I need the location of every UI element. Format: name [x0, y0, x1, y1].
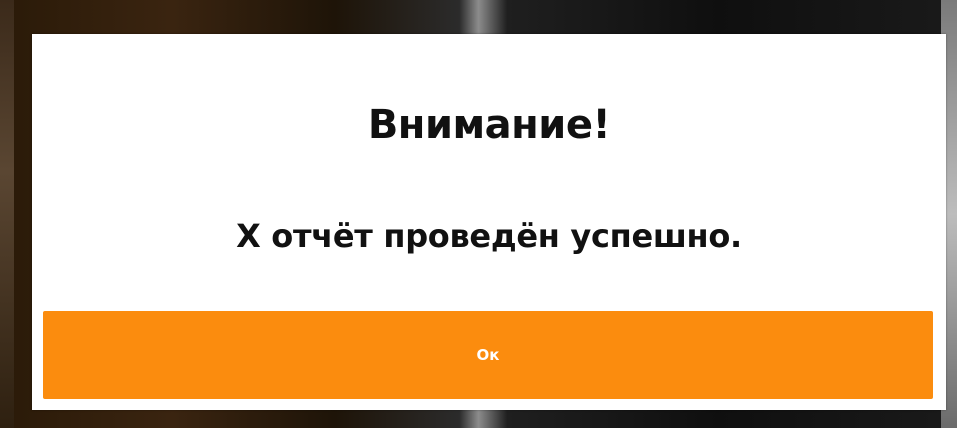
- background-edge-left: [0, 0, 14, 428]
- dialog-message: Х отчёт проведён успешно.: [236, 217, 742, 255]
- dialog-title: Внимание!: [367, 102, 611, 148]
- ok-button[interactable]: Ок: [43, 311, 933, 399]
- alert-dialog: Внимание! Х отчёт проведён успешно. Ок: [32, 34, 946, 410]
